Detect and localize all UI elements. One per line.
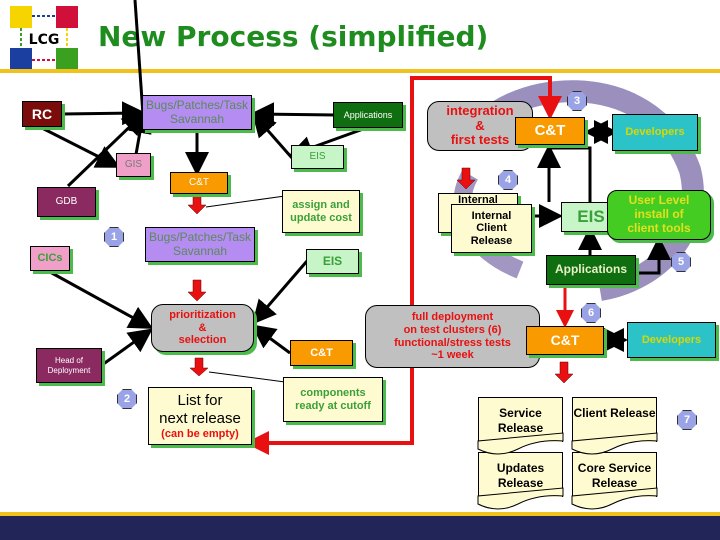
- eis-box-top[interactable]: EIS: [291, 145, 344, 169]
- assign-cost-note: assign and update cost: [282, 190, 360, 233]
- step-badge-7: 7: [677, 410, 697, 430]
- gdb-box[interactable]: GDB: [37, 187, 96, 217]
- step-badge-6: 6: [581, 303, 601, 323]
- ct-box-bottom[interactable]: C&T: [526, 326, 604, 355]
- red-arrow-savannah-to-prioritization: [187, 279, 207, 302]
- components-note: components ready at cutoff: [283, 377, 383, 422]
- applications-to-savannah: [250, 102, 337, 127]
- footer-bar: [0, 516, 720, 540]
- step-badge-4: 4: [498, 170, 518, 190]
- service-release: Service Release: [478, 397, 563, 442]
- lcg-logo: LCG: [8, 4, 80, 72]
- logo-text: LCG: [29, 32, 60, 48]
- prioritization-box[interactable]: prioritization & selection: [151, 304, 254, 352]
- cics-box[interactable]: CICs: [30, 246, 70, 271]
- step-badge-5: 5: [671, 252, 691, 272]
- eis-to-ct-line: [550, 146, 592, 202]
- assign-callout-line: [205, 195, 286, 208]
- list-subtitle: (can be empty): [161, 427, 239, 440]
- developers-box-bottom[interactable]: Developers: [627, 322, 716, 358]
- applications-box-top[interactable]: Applications: [333, 102, 403, 128]
- rc-to-gis: [39, 125, 121, 168]
- page-title: New Process (simplified): [98, 20, 489, 53]
- components-callout-line: [208, 371, 286, 383]
- list-for-next-release: List for next release (can be empty): [148, 387, 252, 445]
- ct-to-prioritization: [251, 324, 291, 355]
- ct-box-mid[interactable]: C&T: [290, 340, 353, 366]
- eis-to-prioritization: [252, 260, 309, 325]
- step-badge-1: 1: [104, 227, 124, 247]
- internal-client-release: Internal Client Release: [451, 204, 532, 253]
- client-release: Client Release: [572, 397, 657, 442]
- developers-box-top[interactable]: Developers: [612, 114, 698, 151]
- eis-box-mid[interactable]: EIS: [306, 249, 359, 274]
- core-service-release: Core Service Release: [572, 452, 657, 497]
- step-badge-3: 3: [567, 91, 587, 111]
- rc-box[interactable]: RC: [22, 101, 62, 127]
- eis-to-savannah: [252, 112, 294, 159]
- red-arrow-integration-to-internal: [456, 167, 476, 190]
- ct-box-small[interactable]: C&T: [170, 172, 228, 194]
- full-deployment-box[interactable]: full deployment on test clusters (6) fun…: [365, 305, 540, 368]
- gis-box[interactable]: GIS: [116, 153, 151, 177]
- user-level-install-box[interactable]: User Level install of client tools: [607, 190, 711, 240]
- red-arrow-ct-to-savannah: [187, 192, 207, 215]
- rc-to-savannah: [61, 101, 146, 126]
- head-of-deployment-box[interactable]: Head of Deployment: [36, 348, 102, 383]
- red-arrow-to-list: [189, 357, 209, 377]
- step-badge-2: 2: [117, 389, 137, 409]
- apps-to-userlevel: [636, 236, 671, 275]
- updates-release: Updates Release: [478, 452, 563, 497]
- header-divider: [0, 69, 720, 73]
- savannah-box-mid[interactable]: Bugs/Patches/Task Savannah: [145, 227, 255, 262]
- list-title: List for next release: [159, 391, 241, 427]
- ct-box-top[interactable]: C&T: [515, 117, 585, 145]
- savannah-box-top[interactable]: Bugs/Patches/Task Savannah: [142, 95, 252, 130]
- cics-to-prioritization: [49, 270, 154, 329]
- hod-to-prioritization: [101, 328, 153, 367]
- red-arrow-ct-to-releases: [554, 361, 574, 384]
- applications-box-right[interactable]: Applications: [546, 255, 636, 285]
